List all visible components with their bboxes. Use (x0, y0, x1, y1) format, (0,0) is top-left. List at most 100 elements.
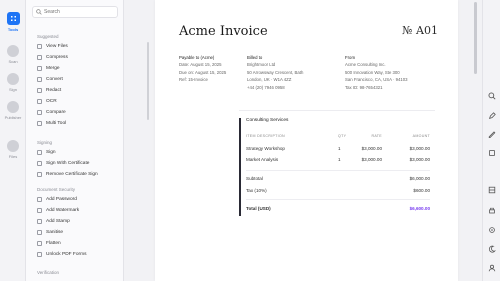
right-toolbar (482, 0, 500, 281)
sanitise-icon (37, 229, 42, 235)
tool-compare[interactable]: Compare (37, 108, 66, 116)
tool-label: Compress (46, 54, 68, 60)
address-line: +44 (20) 7946 0958 (247, 84, 285, 90)
row-amount: $3,000.00 (409, 157, 430, 162)
certificate-icon (37, 160, 42, 166)
pen-icon[interactable] (488, 112, 496, 120)
tool-label: Compare (46, 109, 66, 115)
tool-add-password[interactable]: Add Password (37, 195, 77, 203)
rail-item-tools[interactable]: Tools (0, 12, 26, 32)
sign-icon (7, 73, 19, 85)
print-icon[interactable] (488, 207, 496, 215)
tool-label: Sign (46, 149, 56, 155)
divider (239, 110, 435, 111)
tool-multi-tool[interactable]: Multi Tool (37, 119, 66, 127)
rail-label: Sign (8, 87, 17, 92)
settings-icon[interactable] (488, 226, 496, 234)
files-icon (7, 140, 19, 152)
unlock-icon (37, 251, 42, 257)
tool-sanitise[interactable]: Sanitise (37, 228, 63, 236)
moon-icon[interactable] (488, 245, 496, 253)
crop-icon[interactable] (488, 149, 496, 157)
row-desc: Market Analysis (246, 157, 279, 162)
invoice-number: № A01 (402, 24, 438, 37)
rail-item-scan[interactable]: Scan (0, 45, 26, 64)
tool-view-files[interactable]: View Files (37, 42, 68, 50)
tool-add-watermark[interactable]: Add Watermark (37, 206, 79, 214)
tool-compress[interactable]: Compress (37, 53, 68, 61)
meta-line: Date: August 15, 2025 (179, 62, 222, 68)
billed-to-header: Billed to (247, 55, 263, 60)
edit-icon[interactable] (488, 130, 496, 138)
tool-label: Redact (46, 87, 62, 93)
search-box[interactable] (32, 6, 118, 18)
tool-convert[interactable]: Convert (37, 75, 63, 83)
address-line: Tax ID: 98-7654321 (345, 84, 383, 90)
tool-add-stamp[interactable]: Add Stamp (37, 217, 70, 225)
rail-label: Publisher (4, 115, 22, 120)
tool-unlock-pdf-forms[interactable]: Unlock PDF Forms (37, 250, 87, 258)
row-desc: Strategy Workshop (246, 146, 285, 151)
subtotal-value: $6,000.00 (409, 176, 430, 181)
flatten-icon (37, 240, 42, 246)
convert-icon (37, 76, 42, 82)
rail-label: Scan (8, 59, 18, 64)
row-rate: $3,000.00 (361, 146, 382, 151)
tool-label: Add Password (46, 196, 77, 202)
meta-line: Ref: 15-Invoice (179, 77, 208, 83)
tool-label: Multi Tool (46, 120, 67, 126)
from-block: From Acme Consulting Inc. 500 Innovation… (345, 54, 408, 91)
section-title: Document Security (37, 187, 76, 192)
invoice-page: Acme Invoice № A01 Payable to (Acme) Dat… (155, 0, 458, 281)
sign-icon (37, 149, 42, 155)
document-scrollbar[interactable] (474, 2, 477, 74)
rail-item-publisher[interactable]: Publisher (0, 101, 26, 120)
tool-sign[interactable]: Sign (37, 148, 56, 156)
section-title: Verification (37, 270, 60, 275)
rail-item-sign[interactable]: Sign (0, 73, 26, 92)
tool-label: Flatten (46, 240, 61, 246)
billed-to-block: Billed to Brightmoor Ltd 50 Arrowsway Cr… (247, 54, 303, 91)
search-icon[interactable] (488, 92, 496, 100)
address-line: 500 Innovation Way, Ste 300 (345, 69, 400, 75)
tool-redact[interactable]: Redact (37, 86, 61, 94)
tool-label: Add Watermark (46, 207, 80, 213)
tool-label: Convert (46, 76, 63, 82)
tool-label: Remove Certificate Sign (46, 171, 98, 177)
invoice-meta: Payable to (Acme) Date: August 15, 2025 … (179, 54, 226, 84)
from-header: From (345, 55, 356, 60)
section-title: Consulting Services (246, 118, 289, 123)
search-input[interactable] (44, 9, 114, 15)
publisher-icon (7, 101, 19, 113)
address-line: San Francisco, CA, USA · 94103 (345, 77, 408, 83)
row-qty: 1 (338, 146, 341, 151)
tool-label: View Files (46, 43, 68, 49)
ocr-icon (37, 98, 42, 104)
rail-item-files[interactable]: Files (0, 140, 26, 159)
divider (246, 170, 430, 171)
tool-sign-with-certificate[interactable]: Sign With Certificate (37, 159, 89, 167)
address-line: Brightmoor Ltd (247, 62, 276, 68)
tool-rail: Tools Scan Sign Publisher Files (0, 0, 26, 281)
tool-remove-certificate-sign[interactable]: Remove Certificate Sign (37, 170, 98, 178)
section-title: Signing (37, 140, 53, 145)
sidebar-scrollbar[interactable] (147, 42, 149, 120)
rail-label: Files (8, 154, 18, 159)
tool-merge[interactable]: Merge (37, 64, 60, 72)
tool-label: Add Stamp (46, 218, 70, 224)
tool-ocr[interactable]: OCR (37, 97, 57, 105)
search-icon (36, 9, 42, 15)
grid-icon (6, 12, 20, 25)
address-line: 50 Arrowsway Crescent, Bath (247, 69, 304, 75)
multi-tool-icon (37, 120, 42, 126)
col-amount: AMOUNT (412, 134, 430, 138)
tool-label: Sanitise (46, 229, 64, 235)
layers-icon[interactable] (488, 186, 496, 194)
compare-icon (37, 109, 42, 115)
col-qty: QTY (338, 134, 347, 138)
row-amount: $3,000.00 (409, 146, 430, 151)
divider (246, 199, 430, 200)
account-icon[interactable] (488, 264, 496, 272)
lock-icon (37, 196, 42, 202)
tool-flatten[interactable]: Flatten (37, 239, 61, 247)
